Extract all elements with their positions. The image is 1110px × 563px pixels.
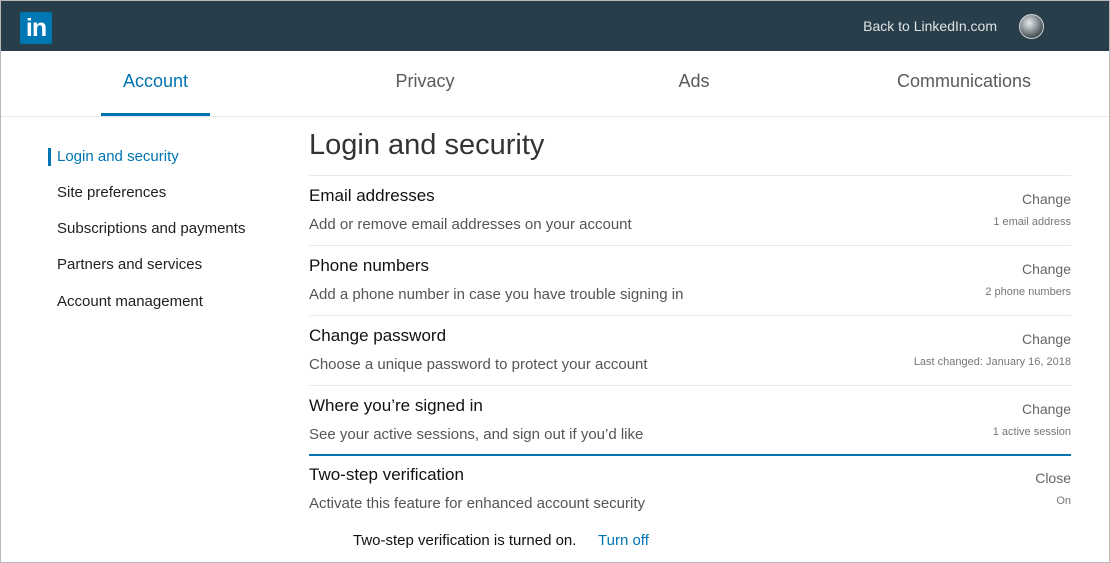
back-to-linkedin-link[interactable]: Back to LinkedIn.com [863,18,997,34]
email-addresses-title[interactable]: Email addresses [309,186,435,206]
page-title: Login and security [309,129,545,161]
active-session-count: 1 active session [992,426,1071,438]
divider [309,175,1071,176]
phone-numbers-description: Add a phone number in case you have trou… [309,286,684,303]
where-signed-in-change-button[interactable]: Change [1022,401,1071,417]
phone-numbers-title[interactable]: Phone numbers [309,256,429,276]
settings-tabs: Account Privacy Ads Communications [1,51,1109,117]
email-addresses-change-button[interactable]: Change [1022,191,1071,207]
tab-communications[interactable]: Communications [881,51,1047,116]
turn-off-link[interactable]: Turn off [598,532,649,549]
sidebar-item-account-management[interactable]: Account management [57,293,203,310]
sidebar-active-indicator [48,148,51,166]
tab-ads[interactable]: Ads [656,51,732,116]
top-bar: in Back to LinkedIn.com [1,1,1109,51]
change-password-title[interactable]: Change password [309,326,446,346]
email-addresses-count: 1 email address [993,216,1071,228]
email-addresses-description: Add or remove email addresses on your ac… [309,216,632,233]
tab-privacy[interactable]: Privacy [371,51,479,116]
active-section-divider [309,454,1071,456]
sidebar-item-site-preferences[interactable]: Site preferences [57,184,166,201]
two-step-verification-close-button[interactable]: Close [1035,470,1071,486]
change-password-description: Choose a unique password to protect your… [309,356,648,373]
phone-numbers-count: 2 phone numbers [985,286,1071,298]
phone-numbers-change-button[interactable]: Change [1022,261,1071,277]
two-step-verification-description: Activate this feature for enhanced accou… [309,495,646,512]
divider [309,315,1071,316]
sidebar-item-subscriptions-and-payments[interactable]: Subscriptions and payments [57,220,245,237]
divider [309,385,1071,386]
settings-window: in Back to LinkedIn.com Account Privacy … [0,0,1110,563]
two-step-status-message: Two-step verification is turned on. [353,532,577,549]
change-password-change-button[interactable]: Change [1022,331,1071,347]
avatar[interactable] [1019,14,1044,39]
tab-account[interactable]: Account [101,51,210,116]
two-step-verification-title[interactable]: Two-step verification [309,465,464,485]
linkedin-logo-icon[interactable]: in [20,12,52,44]
divider [309,245,1071,246]
where-signed-in-description: See your active sessions, and sign out i… [309,426,644,443]
sidebar-item-partners-and-services[interactable]: Partners and services [57,256,202,273]
password-last-changed: Last changed: January 16, 2018 [913,356,1071,368]
sidebar-item-login-and-security[interactable]: Login and security [57,148,179,165]
two-step-verification-status: On [1056,495,1071,507]
where-signed-in-title[interactable]: Where you’re signed in [309,396,483,416]
